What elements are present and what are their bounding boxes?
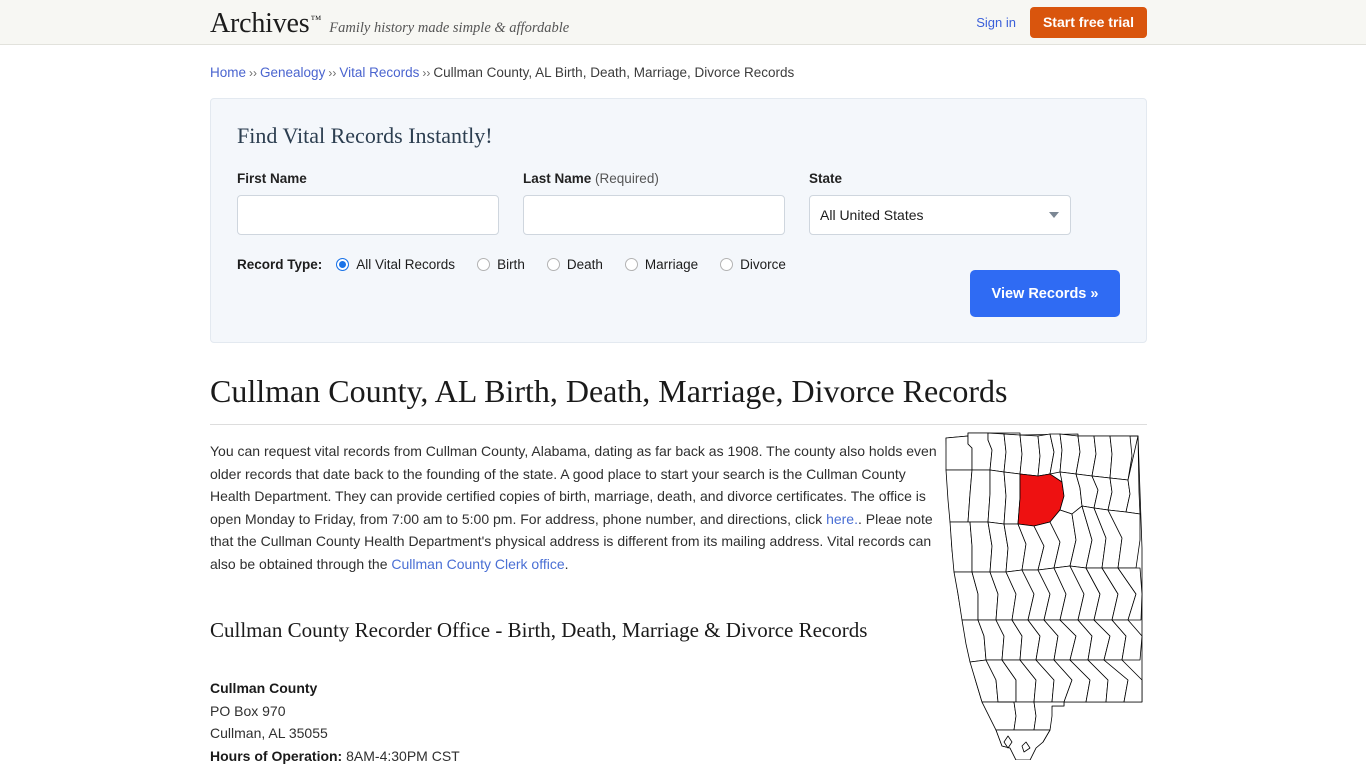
breadcrumb-separator: ››	[328, 66, 336, 80]
header-actions: Sign in Start free trial	[976, 7, 1147, 38]
record-type-option-divorce[interactable]: Divorce	[720, 257, 786, 272]
health-department-link[interactable]: here.	[826, 511, 858, 527]
first-name-field-group: First Name	[237, 171, 499, 235]
state-label: State	[809, 171, 1071, 186]
first-name-label: First Name	[237, 171, 499, 186]
intro-paragraph: You can request vital records from Cullm…	[210, 440, 940, 575]
record-type-option-marriage[interactable]: Marriage	[625, 257, 698, 272]
radio-icon	[336, 258, 349, 271]
breadcrumb-separator: ››	[422, 66, 430, 80]
record-type-option-label: Birth	[497, 257, 525, 272]
last-name-input[interactable]	[523, 195, 785, 235]
paragraph-text-part-3: .	[565, 556, 569, 572]
state-field-group: State All United States	[809, 171, 1071, 235]
trademark-mark: ™	[310, 14, 321, 26]
map-svg	[942, 430, 1147, 760]
record-type-option-birth[interactable]: Birth	[477, 257, 525, 272]
record-type-option-label: Death	[567, 257, 603, 272]
radio-icon	[625, 258, 638, 271]
header-inner: Archives™ Family history made simple & a…	[0, 0, 1366, 44]
record-type-option-label: Marriage	[645, 257, 698, 272]
state-select-wrapper: All United States	[809, 195, 1071, 235]
radio-icon	[720, 258, 733, 271]
last-name-label: Last Name (Required)	[523, 171, 785, 186]
office-hours-value: 8AM-4:30PM CST	[346, 748, 460, 764]
record-type-label: Record Type:	[237, 257, 322, 272]
last-name-required-note: (Required)	[595, 171, 659, 186]
breadcrumb-item-current: Cullman County, AL Birth, Death, Marriag…	[433, 65, 794, 80]
view-records-button[interactable]: View Records »	[970, 270, 1120, 317]
sign-in-link[interactable]: Sign in	[976, 15, 1016, 30]
first-name-label-text: First Name	[237, 171, 307, 186]
site-logo[interactable]: Archives™ Family history made simple & a…	[210, 8, 569, 40]
breadcrumb: Home››Genealogy››Vital Records››Cullman …	[210, 45, 1147, 80]
brand-name: Archives	[210, 8, 309, 40]
breadcrumb-separator: ››	[249, 66, 257, 80]
search-fields-row: First Name Last Name (Required) State Al…	[237, 171, 1120, 235]
brand-tagline: Family history made simple & affordable	[329, 20, 569, 37]
record-type-option-label: All Vital Records	[356, 257, 455, 272]
state-select[interactable]: All United States	[809, 195, 1071, 235]
article-body: You can request vital records from Cullm…	[210, 440, 1147, 768]
record-type-option-all[interactable]: All Vital Records	[336, 257, 455, 272]
alabama-county-map	[942, 430, 1147, 760]
content-column: Home››Genealogy››Vital Records››Cullman …	[210, 45, 1147, 768]
county-clerk-office-link[interactable]: Cullman County Clerk office	[391, 556, 564, 572]
record-type-option-death[interactable]: Death	[547, 257, 603, 272]
vital-records-search-panel: Find Vital Records Instantly! First Name…	[210, 98, 1147, 343]
radio-icon	[477, 258, 490, 271]
radio-icon	[547, 258, 560, 271]
breadcrumb-item-vital-records[interactable]: Vital Records	[339, 65, 419, 80]
site-header: Archives™ Family history made simple & a…	[0, 0, 1366, 45]
breadcrumb-item-genealogy[interactable]: Genealogy	[260, 65, 325, 80]
start-free-trial-button[interactable]: Start free trial	[1030, 7, 1147, 38]
breadcrumb-item-home[interactable]: Home	[210, 65, 246, 80]
page-title: Cullman County, AL Birth, Death, Marriag…	[210, 373, 1147, 425]
last-name-label-text: Last Name	[523, 171, 591, 186]
search-panel-title: Find Vital Records Instantly!	[237, 123, 1120, 149]
state-label-text: State	[809, 171, 842, 186]
office-hours-label: Hours of Operation:	[210, 748, 342, 764]
last-name-field-group: Last Name (Required)	[523, 171, 785, 235]
first-name-input[interactable]	[237, 195, 499, 235]
record-type-option-label: Divorce	[740, 257, 786, 272]
